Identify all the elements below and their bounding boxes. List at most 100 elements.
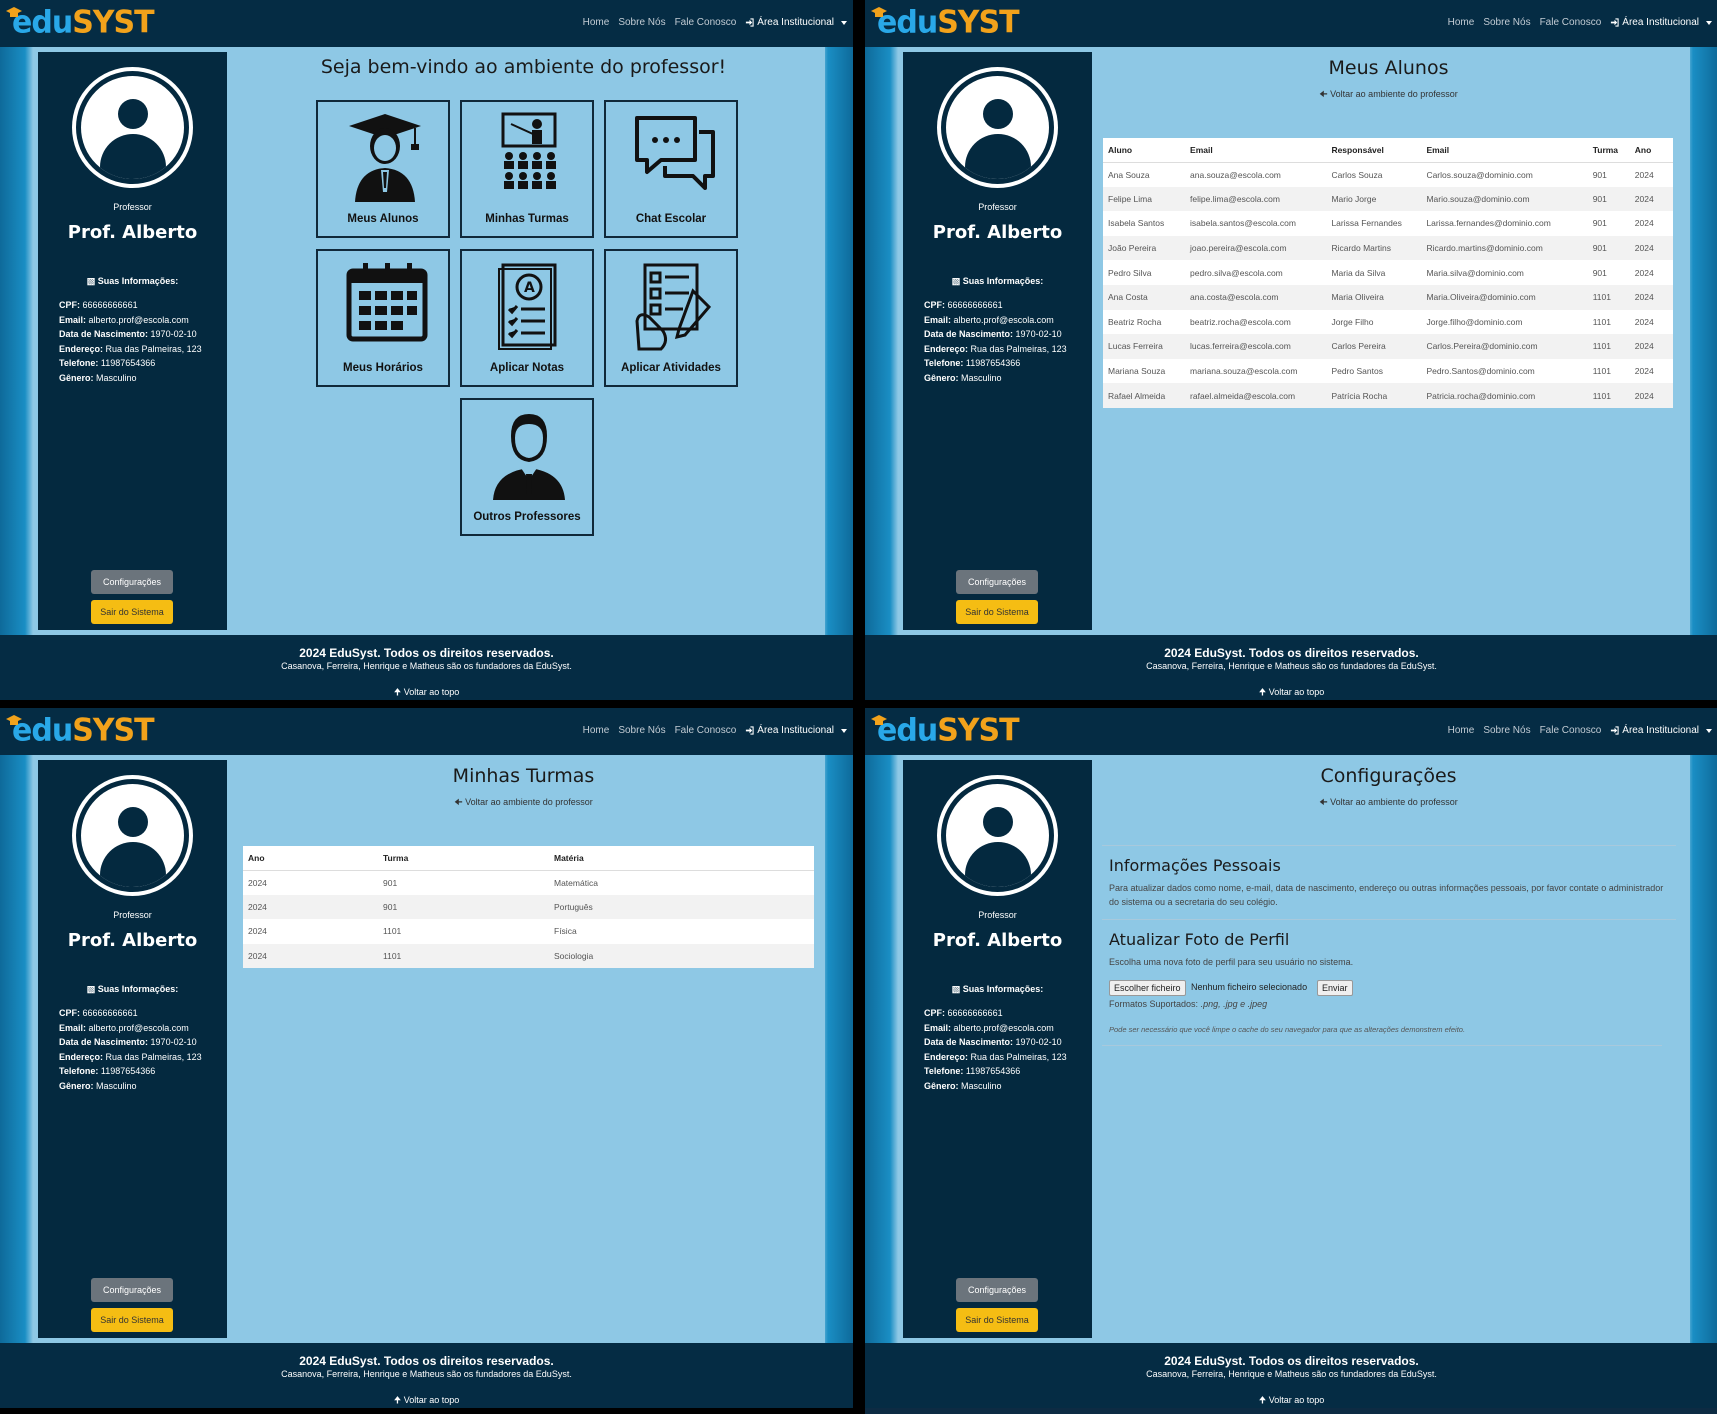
calendar-icon xyxy=(346,263,428,342)
top-navbar: eduSYST Home Sobre Nós Fale Conosco Área… xyxy=(865,0,1717,47)
divider xyxy=(1102,1045,1662,1046)
chat-icon xyxy=(635,116,715,190)
back-to-top-link[interactable]: 🠉 Voltar ao topo xyxy=(865,1393,1717,1409)
nav-about[interactable]: Sobre Nós xyxy=(1483,725,1530,736)
table-cell: joao.pereira@escola.com xyxy=(1185,235,1327,261)
nav-contact[interactable]: Fale Conosco xyxy=(675,17,737,28)
chevron-down-icon xyxy=(1706,728,1712,733)
table-cell: 2024 xyxy=(243,894,378,920)
activity-icon xyxy=(635,263,712,351)
table-cell: isabela.santos@escola.com xyxy=(1185,211,1327,236)
info-list: CPF: 66666666661 Email: alberto.prof@esc… xyxy=(924,1006,1067,1093)
column-header: Ano xyxy=(243,846,378,871)
exit-button[interactable]: Sair do Sistema xyxy=(956,1308,1038,1332)
exit-button[interactable]: Sair do Sistema xyxy=(91,600,173,624)
table-row: 2024 901 Matemática xyxy=(243,870,814,895)
nav-institutional-dropdown[interactable]: Área Institucional xyxy=(1610,17,1712,28)
send-button[interactable]: Enviar xyxy=(1317,980,1353,996)
back-to-top-link[interactable]: 🠉 Voltar ao topo xyxy=(865,685,1717,700)
info-title: ▧ Suas Informações: xyxy=(86,276,179,286)
screen-teacher-home: eduSYST Home Sobre Nós Fale Conosco Área… xyxy=(0,0,853,700)
exit-button[interactable]: Sair do Sistema xyxy=(91,1308,173,1332)
info-gender: Gênero: Masculino xyxy=(59,1080,137,1091)
profile-sidebar: Professor Prof. Alberto ▧ Suas Informaçõ… xyxy=(38,760,227,1338)
back-to-teacher-link[interactable]: 🠈 Voltar ao ambiente do professor xyxy=(1092,87,1685,103)
content-area: Professor Prof. Alberto ▧ Suas Informaçõ… xyxy=(0,755,853,1343)
table-cell: 1101 xyxy=(1587,383,1630,408)
personal-info-heading: Informações Pessoais xyxy=(1109,856,1281,875)
nav-home[interactable]: Home xyxy=(583,17,610,28)
user-name: Prof. Alberto xyxy=(67,930,198,951)
user-role: Professor xyxy=(978,202,1017,212)
tile-apply-activities[interactable]: Aplicar Atividades xyxy=(604,249,738,387)
nav-home[interactable]: Home xyxy=(1448,725,1475,736)
table-cell: Maria.silva@dominio.com xyxy=(1421,260,1588,285)
table-cell: 2024 xyxy=(1629,260,1673,285)
exit-button[interactable]: Sair do Sistema xyxy=(956,600,1038,624)
nav-home[interactable]: Home xyxy=(1448,17,1475,28)
sign-in-icon xyxy=(746,18,754,27)
nav-institutional-dropdown[interactable]: Área Institucional xyxy=(1610,725,1712,736)
back-to-top-link[interactable]: 🠉 Voltar ao topo xyxy=(0,685,853,700)
table-cell: 1101 xyxy=(1587,334,1630,359)
info-cpf: CPF: 66666666661 xyxy=(924,300,1003,310)
table-cell: lucas.ferreira@escola.com xyxy=(1185,334,1327,359)
footer-founders: Casanova, Ferreira, Henrique e Matheus s… xyxy=(281,661,572,671)
table-cell: Patricia.rocha@dominio.com xyxy=(1421,383,1588,408)
tile-my-schedule[interactable]: Meus Horários xyxy=(316,249,450,387)
logo-syst: SYST xyxy=(937,712,1019,749)
back-to-teacher-link[interactable]: 🠈 Voltar ao ambiente do professor xyxy=(1092,795,1685,811)
back-to-top-link[interactable]: 🠉 Voltar ao topo xyxy=(0,1393,853,1408)
nav-menu: Home Sobre Nós Fale Conosco Área Institu… xyxy=(1448,17,1712,28)
back-to-teacher-link[interactable]: 🠈 Voltar ao ambiente do professor xyxy=(227,795,820,811)
table-cell: 2024 xyxy=(1629,309,1673,335)
nav-contact[interactable]: Fale Conosco xyxy=(1540,725,1602,736)
tile-other-teachers[interactable]: Outros Professores xyxy=(460,398,594,536)
sign-in-icon xyxy=(1611,726,1619,735)
nav-institutional-dropdown[interactable]: Área Institucional xyxy=(745,17,847,28)
table-cell: 1101 xyxy=(378,919,549,944)
nav-contact[interactable]: Fale Conosco xyxy=(1540,17,1602,28)
footer-founders: Casanova, Ferreira, Henrique e Matheus s… xyxy=(281,1369,572,1379)
table-cell: Lucas Ferreira xyxy=(1103,334,1186,359)
divider xyxy=(1102,919,1676,920)
tile-my-classes[interactable]: Minhas Turmas xyxy=(460,100,594,238)
nav-home[interactable]: Home xyxy=(583,725,610,736)
tile-apply-grades[interactable]: A Aplicar Notas xyxy=(460,249,594,387)
table-cell: 901 xyxy=(1587,260,1630,285)
table-cell: Pedro Santos xyxy=(1326,358,1422,384)
choose-file-button[interactable]: Escolher ficheiro xyxy=(1109,980,1186,996)
table-cell: Mariana Souza xyxy=(1103,358,1186,384)
nav-about[interactable]: Sobre Nós xyxy=(618,725,665,736)
table-cell: 2024 xyxy=(1629,334,1673,359)
table-cell: Pedro Silva xyxy=(1103,260,1186,285)
top-navbar: eduSYST Home Sobre Nós Fale Conosco Área… xyxy=(0,708,853,755)
footer-rights: 2024 EduSyst. Todos os direitos reservad… xyxy=(299,646,554,660)
config-button[interactable]: Configurações xyxy=(91,570,173,594)
info-birthdate: Data de Nascimento: 1970-02-10 xyxy=(59,1037,197,1047)
table-row: Ana Souza ana.souza@escola.com Carlos Souz… xyxy=(1103,162,1673,187)
tile-my-students[interactable]: Meus Alunos xyxy=(316,100,450,238)
table-cell: Carlos Souza xyxy=(1326,162,1422,187)
column-header: Turma xyxy=(1587,138,1630,163)
footer: 2024 EduSyst. Todos os direitos reservad… xyxy=(865,635,1717,700)
table-cell: 901 xyxy=(1587,186,1630,212)
config-button[interactable]: Configurações xyxy=(956,570,1038,594)
table-cell: 2024 xyxy=(243,870,378,895)
nav-about[interactable]: Sobre Nós xyxy=(1483,17,1530,28)
column-header: Aluno xyxy=(1103,138,1186,163)
table-cell: 2024 xyxy=(1629,162,1673,187)
id-card-icon: ▧ xyxy=(951,276,961,286)
tile-school-chat[interactable]: Chat Escolar xyxy=(604,100,738,238)
info-title: ▧ Suas Informações: xyxy=(86,984,179,994)
nav-contact[interactable]: Fale Conosco xyxy=(675,725,737,736)
column-header: Matéria xyxy=(549,846,814,871)
table-row: 2024 1101 Física xyxy=(243,919,814,944)
config-button[interactable]: Configurações xyxy=(91,1278,173,1302)
info-cpf: CPF: 66666666661 xyxy=(924,1008,1003,1018)
config-button[interactable]: Configurações xyxy=(956,1278,1038,1302)
table-cell: Ricardo.martins@dominio.com xyxy=(1421,235,1588,261)
nav-about[interactable]: Sobre Nós xyxy=(618,17,665,28)
table-cell: pedro.silva@escola.com xyxy=(1185,260,1327,285)
nav-institutional-dropdown[interactable]: Área Institucional xyxy=(745,725,847,736)
